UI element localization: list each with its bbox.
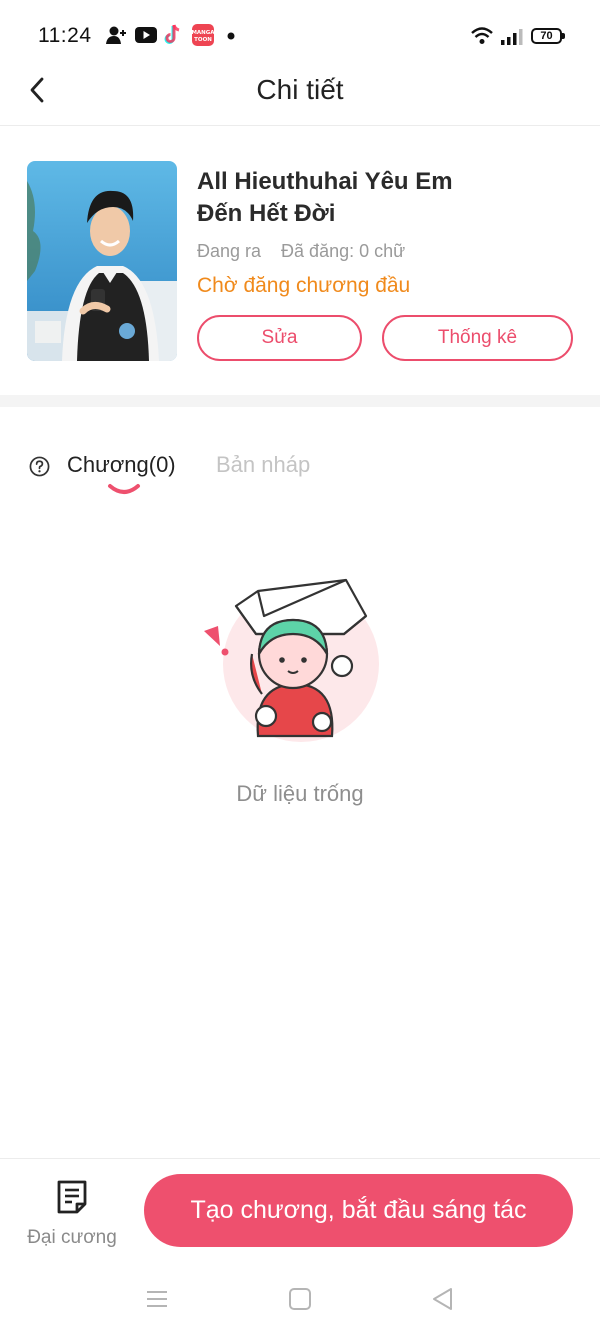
- menu-icon[interactable]: [142, 1284, 172, 1314]
- empty-box-illustration: [204, 578, 379, 742]
- mangatoon-icon: MANGA TOON: [192, 24, 214, 46]
- publish-status: Chờ đăng chương đầu: [197, 274, 411, 297]
- home-icon[interactable]: [285, 1284, 315, 1314]
- help-icon[interactable]: [29, 456, 50, 477]
- create-chapter-button[interactable]: Tạo chương, bắt đầu sáng tác: [144, 1174, 573, 1247]
- tab-chapters[interactable]: Chương(0): [67, 452, 176, 478]
- cover-photo: [27, 161, 177, 361]
- document-icon: [57, 1180, 87, 1214]
- page-title: Chi tiết: [256, 74, 344, 105]
- book-meta: Đang ra Đã đăng: 0 chữ: [197, 241, 405, 262]
- active-tab-indicator: [108, 484, 140, 494]
- youtube-icon: [135, 27, 157, 43]
- app-header: Chi tiết: [0, 60, 600, 126]
- outline-button[interactable]: Đại cương: [20, 1177, 124, 1253]
- bottom-action-bar: Đại cương Tạo chương, bắt đầu sáng tác: [0, 1158, 600, 1268]
- outline-label: Đại cương: [27, 1227, 117, 1248]
- back-nav-icon[interactable]: [428, 1284, 458, 1314]
- status-time: 11:24: [38, 24, 92, 47]
- section-divider: [0, 395, 600, 407]
- word-count: Đã đăng: 0 chữ: [281, 241, 406, 261]
- empty-state-text: Dữ liệu trống: [236, 781, 364, 806]
- wifi-icon: [471, 27, 493, 44]
- add-friend-icon: [106, 26, 126, 44]
- svg-text:TOON: TOON: [194, 37, 212, 43]
- system-nav-bar: [0, 1268, 600, 1333]
- notification-dot-icon: [227, 32, 235, 40]
- signal-icon: [501, 29, 523, 45]
- tiktok-icon: [164, 24, 180, 44]
- edit-button[interactable]: Sửa: [197, 315, 362, 361]
- book-title: All Hieuthuhai Yêu Em Đến Hết Đời: [197, 168, 453, 227]
- tab-drafts[interactable]: Bản nháp: [216, 452, 310, 478]
- battery-icon: 70: [531, 28, 565, 44]
- book-cover-image[interactable]: [27, 161, 177, 361]
- svg-text:MANGA: MANGA: [192, 30, 214, 36]
- book-status: Đang ra: [197, 241, 262, 261]
- stats-button[interactable]: Thống kê: [382, 315, 573, 361]
